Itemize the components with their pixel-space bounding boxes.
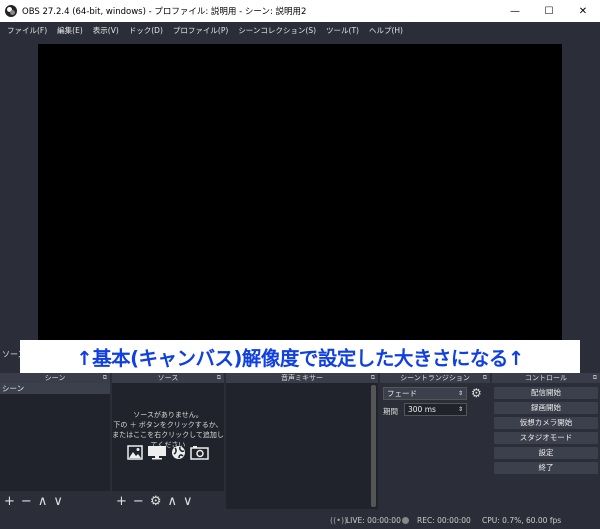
cpu-status: CPU: 0.7%, 60.00 fps	[482, 516, 562, 525]
move-source-up-button[interactable]: ∧	[167, 494, 177, 509]
menu-file[interactable]: ファイル(F)	[2, 25, 52, 36]
controls-dock-header: コントロール ⧉	[492, 373, 600, 383]
start-recording-button[interactable]: 録画開始	[494, 402, 598, 414]
window-controls: — ☐ ✕	[498, 0, 600, 22]
sources-dock-header: ソース ⧉	[112, 373, 224, 383]
menu-docks[interactable]: ドック(D)	[124, 25, 168, 36]
move-scene-down-button[interactable]: ∨	[53, 494, 63, 509]
status-bar: ((•)) LIVE: 00:00:00 REC: 00:00:00 CPU: …	[0, 512, 600, 529]
remove-scene-button[interactable]: −	[21, 494, 32, 509]
sources-dock-title: ソース	[157, 374, 179, 382]
add-source-button[interactable]: +	[116, 494, 127, 509]
float-icon[interactable]: ⧉	[217, 374, 221, 382]
duration-label: 期間	[383, 407, 398, 416]
source-type-icons	[112, 445, 224, 460]
transitions-dock-title: シーントランジション	[400, 374, 470, 382]
mixer-scrollbar[interactable]	[371, 385, 376, 507]
rec-status: REC: 00:00:00	[417, 516, 471, 525]
source-settings-button[interactable]: ⚙	[150, 494, 162, 509]
menu-tools[interactable]: ツール(T)	[321, 25, 364, 36]
mixer-dock-title: 音声ミキサー	[281, 374, 323, 382]
camera-icon	[190, 446, 209, 460]
live-status: LIVE: 00:00:00	[346, 516, 401, 525]
window-title: OBS 27.2.4 (64-bit, windows) - プロファイル: 説…	[22, 7, 307, 17]
menu-edit[interactable]: 編集(E)	[52, 25, 88, 36]
float-icon[interactable]: ⧉	[103, 374, 107, 382]
mixer-dock-header: 音声ミキサー ⧉	[226, 373, 378, 383]
title-bar: OBS 27.2.4 (64-bit, windows) - プロファイル: 説…	[0, 0, 600, 22]
start-virtual-camera-button[interactable]: 仮想カメラ開始	[494, 417, 598, 429]
scenes-dock-header: シーン ⧉	[0, 373, 110, 383]
scenes-dock: シーン ⧉ シーン + − ∧ ∨	[0, 373, 110, 511]
menu-scene-collection[interactable]: シーンコレクション(S)	[233, 25, 321, 36]
transitions-dock-header: シーントランジション ⧉	[380, 373, 490, 383]
scene-item[interactable]: シーン	[0, 383, 110, 394]
display-icon	[148, 446, 166, 460]
minimize-button[interactable]: —	[498, 0, 532, 22]
scenes-list[interactable]: シーン	[0, 383, 110, 491]
gear-icon[interactable]: ⚙	[471, 386, 482, 400]
updown-arrows-icon: ⇕	[457, 390, 463, 397]
sources-empty-message: ソースがありません。 下の ＋ ボタンをクリックするか、 またはここを右クリック…	[112, 411, 224, 449]
menu-profile[interactable]: プロファイル(P)	[168, 25, 233, 36]
menu-view[interactable]: 表示(V)	[88, 25, 124, 36]
sources-toolbar: + − ⚙ ∧ ∨	[112, 491, 224, 511]
studio-mode-button[interactable]: スタジオモード	[494, 432, 598, 444]
preview-canvas[interactable]	[38, 44, 562, 342]
scenes-toolbar: + − ∧ ∨	[0, 491, 110, 511]
duration-input[interactable]: 300 ms ⇕	[404, 403, 467, 416]
audio-mixer-dock: 音声ミキサー ⧉	[226, 373, 378, 511]
annotation-banner: ↑基本(キャンバス)解像度で設定した大きさになる↑	[20, 340, 580, 373]
mixer-area	[226, 383, 378, 509]
updown-arrows-icon[interactable]: ⇕	[458, 404, 463, 415]
close-button[interactable]: ✕	[566, 0, 600, 22]
live-broadcast-icon: ((•))	[330, 516, 348, 525]
exit-button[interactable]: 終了	[494, 462, 598, 474]
controls-dock-title: コントロール	[525, 374, 567, 382]
browser-globe-icon	[172, 446, 185, 459]
controls-dock: コントロール ⧉ 配信開始 録画開始 仮想カメラ開始 スタジオモード 設定 終了	[492, 373, 600, 511]
scenes-dock-title: シーン	[44, 374, 66, 382]
rec-dot-icon	[402, 517, 409, 524]
remove-source-button[interactable]: −	[133, 494, 144, 509]
sources-dock: ソース ⧉ ソースがありません。 下の ＋ ボタンをクリックするか、 またはここ…	[112, 373, 224, 511]
float-icon[interactable]: ⧉	[371, 374, 375, 382]
float-icon[interactable]: ⧉	[593, 374, 597, 382]
move-scene-up-button[interactable]: ∧	[38, 494, 48, 509]
start-streaming-button[interactable]: 配信開始	[494, 387, 598, 399]
float-icon[interactable]: ⧉	[483, 374, 487, 382]
sources-list[interactable]: ソースがありません。 下の ＋ ボタンをクリックするか、 またはここを右クリック…	[112, 383, 224, 491]
image-icon	[127, 445, 143, 460]
obs-logo-icon	[5, 5, 17, 17]
scene-transitions-dock: シーントランジション ⧉ フェード ⇕ ⚙ 期間 300 ms ⇕	[380, 373, 490, 511]
transition-select[interactable]: フェード ⇕	[383, 387, 467, 400]
maximize-button[interactable]: ☐	[532, 0, 566, 22]
menu-bar: ファイル(F) 編集(E) 表示(V) ドック(D) プロファイル(P) シーン…	[0, 22, 600, 38]
settings-button[interactable]: 設定	[494, 447, 598, 459]
menu-help[interactable]: ヘルプ(H)	[364, 25, 408, 36]
move-source-down-button[interactable]: ∨	[183, 494, 193, 509]
add-scene-button[interactable]: +	[4, 494, 15, 509]
